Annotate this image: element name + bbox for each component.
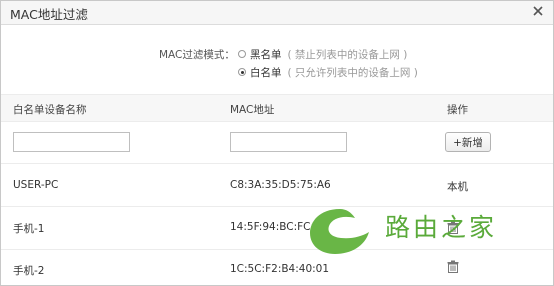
table-row: USER-PC C8:3A:35:D5:75:A6 本机 (1, 164, 553, 207)
close-icon[interactable] (531, 4, 545, 18)
mac-filter-dialog: MAC地址过滤 MAC过滤模式： 黑名单 ( 禁止列表中的设备上网 ) 白名单 … (0, 0, 554, 286)
whitelist-label: 白名单 (250, 66, 282, 79)
header-action: 操作 (447, 104, 468, 116)
row-action-local: 本机 (447, 181, 468, 193)
watermark-text: 路由之家 (385, 213, 498, 242)
device-name-input[interactable] (13, 132, 130, 152)
blacklist-option[interactable]: 黑名单 ( 禁止列表中的设备上网 ) (238, 47, 407, 61)
dialog-titlebar: MAC地址过滤 (1, 1, 553, 25)
whitelist-hint: ( 只允许列表中的设备上网 ) (287, 66, 418, 79)
row-device-name: USER-PC (13, 179, 59, 191)
row-device-name: 手机-2 (13, 265, 45, 277)
header-device-name: 白名单设备名称 (13, 104, 87, 116)
header-mac-address: MAC地址 (230, 104, 275, 116)
trash-icon[interactable] (447, 260, 459, 273)
row-mac-address: C8:3A:35:D5:75:A6 (230, 179, 331, 191)
dialog-title: MAC地址过滤 (10, 7, 88, 22)
mac-address-input[interactable] (230, 132, 347, 152)
row-device-name: 手机-1 (13, 223, 45, 235)
row-mac-address: 1C:5C:F2:B4:40:01 (230, 263, 330, 275)
blacklist-hint: ( 禁止列表中的设备上网 ) (287, 48, 408, 61)
blacklist-radio[interactable] (238, 50, 246, 58)
table-header: 白名单设备名称 MAC地址 操作 (1, 94, 553, 122)
router-home-logo (310, 209, 369, 254)
blacklist-label: 黑名单 (250, 48, 282, 61)
whitelist-option[interactable]: 白名单 ( 只允许列表中的设备上网 ) (238, 65, 418, 79)
table-row: 手机-2 1C:5C:F2:B4:40:01 (1, 250, 553, 285)
add-button[interactable]: +新增 (445, 132, 491, 152)
filter-mode-label: MAC过滤模式： (159, 49, 235, 61)
whitelist-radio[interactable] (238, 68, 246, 76)
